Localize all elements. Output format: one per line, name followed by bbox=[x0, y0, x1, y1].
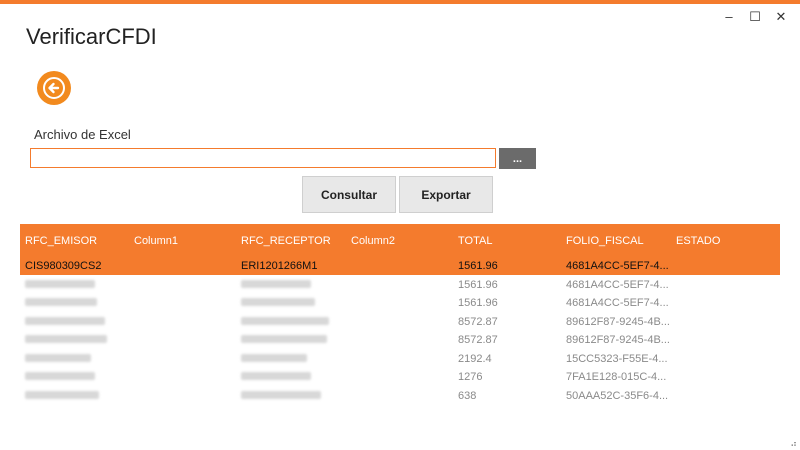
cell-rfc-receptor-redacted bbox=[241, 334, 327, 346]
cell-rfc-receptor-redacted bbox=[241, 279, 311, 291]
cell-rfc-receptor-redacted bbox=[241, 316, 329, 328]
maximize-button[interactable]: ☐ bbox=[744, 8, 766, 24]
cell-folio-fiscal: 89612F87-9245-4B... bbox=[566, 334, 670, 346]
grid-body: CIS980309CS2 ERI1201266M1 1561.96 4681A4CC-… bbox=[20, 256, 780, 404]
cell-total: 638 bbox=[458, 389, 477, 402]
cell-folio-fiscal: 4681A4CC-5EF7-4... bbox=[566, 278, 669, 291]
column-header[interactable]: Column1 bbox=[134, 235, 178, 247]
cell-rfc-receptor-redacted bbox=[241, 353, 307, 365]
exportar-button[interactable]: Exportar bbox=[399, 176, 493, 213]
table-row[interactable]: 8572.87 89612F87-9245-4B... bbox=[20, 312, 780, 331]
close-button[interactable]: ✕ bbox=[770, 8, 792, 24]
table-row[interactable]: 638 50AAA52C-35F6-4... bbox=[20, 386, 780, 405]
cell-folio-fiscal: 50AAA52C-35F6-4... bbox=[566, 389, 669, 402]
minimize-button[interactable]: – bbox=[718, 8, 740, 24]
resize-grip-icon[interactable]: ⣠ bbox=[790, 437, 797, 446]
cell-folio-fiscal: 7FA1E128-015C-4... bbox=[566, 371, 667, 383]
cell-rfc-emisor-redacted bbox=[25, 390, 99, 402]
column-header[interactable]: RFC_RECEPTOR bbox=[241, 235, 331, 247]
back-button[interactable] bbox=[37, 71, 71, 105]
consultar-button[interactable]: Consultar bbox=[302, 176, 396, 213]
cell-folio-fiscal: 4681A4CC-5EF7-4... bbox=[566, 260, 669, 272]
column-header[interactable]: Column2 bbox=[351, 235, 395, 247]
table-row[interactable]: 1561.96 4681A4CC-5EF7-4... bbox=[20, 293, 780, 312]
column-header[interactable]: FOLIO_FISCAL bbox=[566, 235, 644, 247]
cell-rfc-emisor-redacted bbox=[25, 334, 107, 346]
cell-rfc-emisor-redacted bbox=[25, 297, 97, 309]
cell-rfc-receptor-redacted bbox=[241, 371, 311, 383]
table-row[interactable]: 1561.96 4681A4CC-5EF7-4... bbox=[20, 275, 780, 294]
window-controls: – ☐ ✕ bbox=[718, 8, 792, 24]
results-grid: RFC_EMISOR Column1 RFC_RECEPTOR Column2 … bbox=[20, 224, 780, 404]
cell-total: 1276 bbox=[458, 371, 483, 383]
cell-rfc-emisor-redacted bbox=[25, 353, 91, 365]
browse-button[interactable]: ... bbox=[499, 148, 536, 169]
cell-rfc-emisor-redacted bbox=[25, 371, 95, 383]
cell-total: 1561.96 bbox=[458, 278, 498, 291]
excel-file-path-input[interactable] bbox=[30, 148, 496, 168]
cell-total: 8572.87 bbox=[458, 334, 498, 346]
column-header[interactable]: ESTADO bbox=[676, 235, 720, 247]
table-row[interactable]: 8572.87 89612F87-9245-4B... bbox=[20, 330, 780, 349]
arrow-left-icon bbox=[43, 77, 65, 99]
cell-folio-fiscal: 4681A4CC-5EF7-4... bbox=[566, 297, 669, 309]
cell-rfc-emisor-redacted bbox=[25, 316, 105, 328]
cell-total: 2192.4 bbox=[458, 352, 492, 365]
grid-header: RFC_EMISOR Column1 RFC_RECEPTOR Column2 … bbox=[20, 224, 780, 256]
cell-folio-fiscal: 15CC5323-F55E-4... bbox=[566, 352, 668, 365]
column-header[interactable]: RFC_EMISOR bbox=[25, 235, 97, 247]
cell-rfc-emisor-redacted bbox=[25, 279, 95, 291]
cell-rfc-receptor-redacted bbox=[241, 390, 321, 402]
cell-rfc-emisor: CIS980309CS2 bbox=[25, 260, 102, 272]
app-title: VerificarCFDI bbox=[26, 24, 157, 49]
cell-rfc-receptor-redacted bbox=[241, 297, 315, 309]
table-row[interactable]: CIS980309CS2 ERI1201266M1 1561.96 4681A4CC-… bbox=[20, 256, 780, 275]
top-accent-bar bbox=[0, 0, 800, 4]
cell-total: 8572.87 bbox=[458, 315, 498, 328]
cell-folio-fiscal: 89612F87-9245-4B... bbox=[566, 315, 670, 328]
cell-total: 1561.96 bbox=[458, 260, 498, 272]
table-row[interactable]: 1276 7FA1E128-015C-4... bbox=[20, 367, 780, 386]
table-row[interactable]: 2192.4 15CC5323-F55E-4... bbox=[20, 349, 780, 368]
excel-file-label: Archivo de Excel bbox=[34, 127, 131, 142]
column-header[interactable]: TOTAL bbox=[458, 235, 492, 247]
cell-rfc-receptor: ERI1201266M1 bbox=[241, 260, 318, 272]
cell-total: 1561.96 bbox=[458, 297, 498, 309]
